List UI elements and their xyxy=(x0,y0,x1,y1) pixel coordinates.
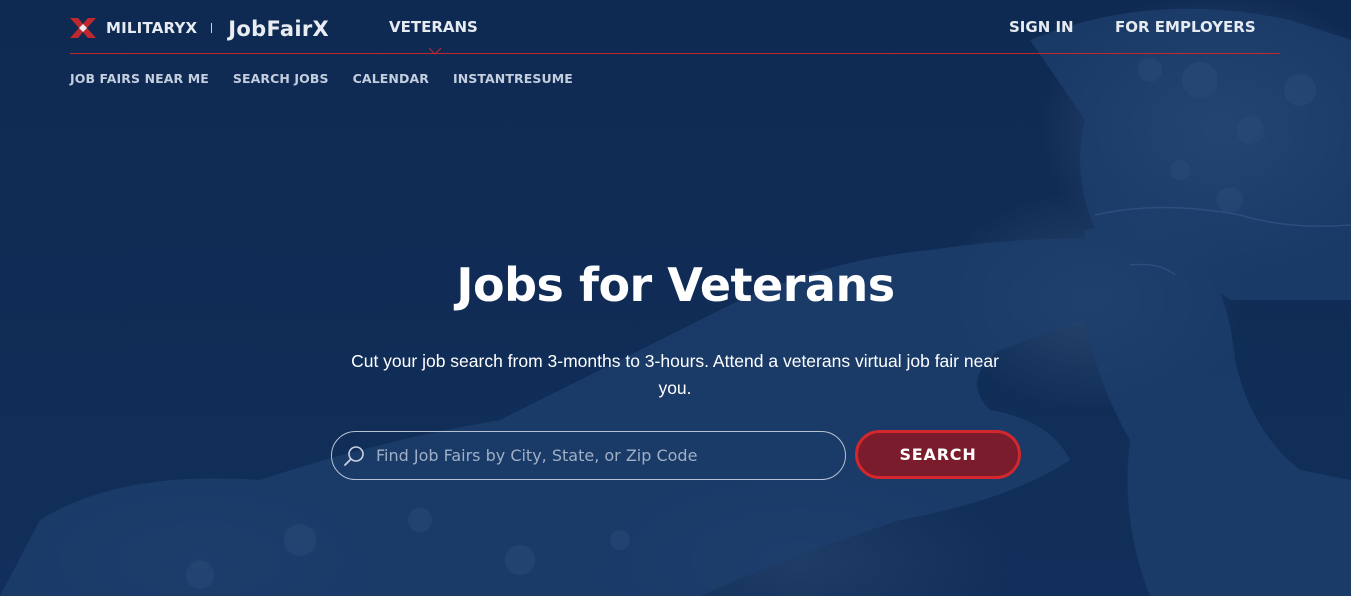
subnav-job-fairs-near-me[interactable]: JOB FAIRS NEAR ME xyxy=(70,71,209,86)
top-navigation: MILITARYX JobFairX VETERANS SIGN IN FOR … xyxy=(70,0,1280,55)
search-icon xyxy=(344,445,364,466)
search-button[interactable]: SEARCH xyxy=(855,430,1021,479)
for-employers-link[interactable]: FOR EMPLOYERS xyxy=(1115,18,1256,36)
sub-navigation: JOB FAIRS NEAR ME SEARCH JOBS CALENDAR I… xyxy=(70,71,597,86)
nav-veterans[interactable]: VETERANS xyxy=(389,18,478,36)
jobfairx-logo[interactable]: JobFairX xyxy=(228,17,329,41)
active-indicator-notch xyxy=(429,48,441,55)
militaryx-logo-icon[interactable] xyxy=(70,18,96,38)
subnav-instantresume[interactable]: INSTANTRESUME xyxy=(453,71,573,86)
sign-in-link[interactable]: SIGN IN xyxy=(1009,18,1074,36)
brand-divider xyxy=(211,23,213,33)
hero-subtitle: Cut your job search from 3-months to 3-h… xyxy=(351,351,999,398)
brand-group: MILITARYX JobFairX xyxy=(70,17,329,41)
page-title: Jobs for Veterans xyxy=(456,258,895,312)
militaryx-brand-link[interactable]: MILITARYX xyxy=(106,19,197,37)
search-input[interactable] xyxy=(376,432,845,479)
subnav-search-jobs[interactable]: SEARCH JOBS xyxy=(233,71,329,86)
hero-background: MILITARYX JobFairX VETERANS SIGN IN FOR … xyxy=(0,0,1351,596)
search-field-wrapper[interactable] xyxy=(331,431,846,480)
subnav-calendar[interactable]: CALENDAR xyxy=(353,71,429,86)
